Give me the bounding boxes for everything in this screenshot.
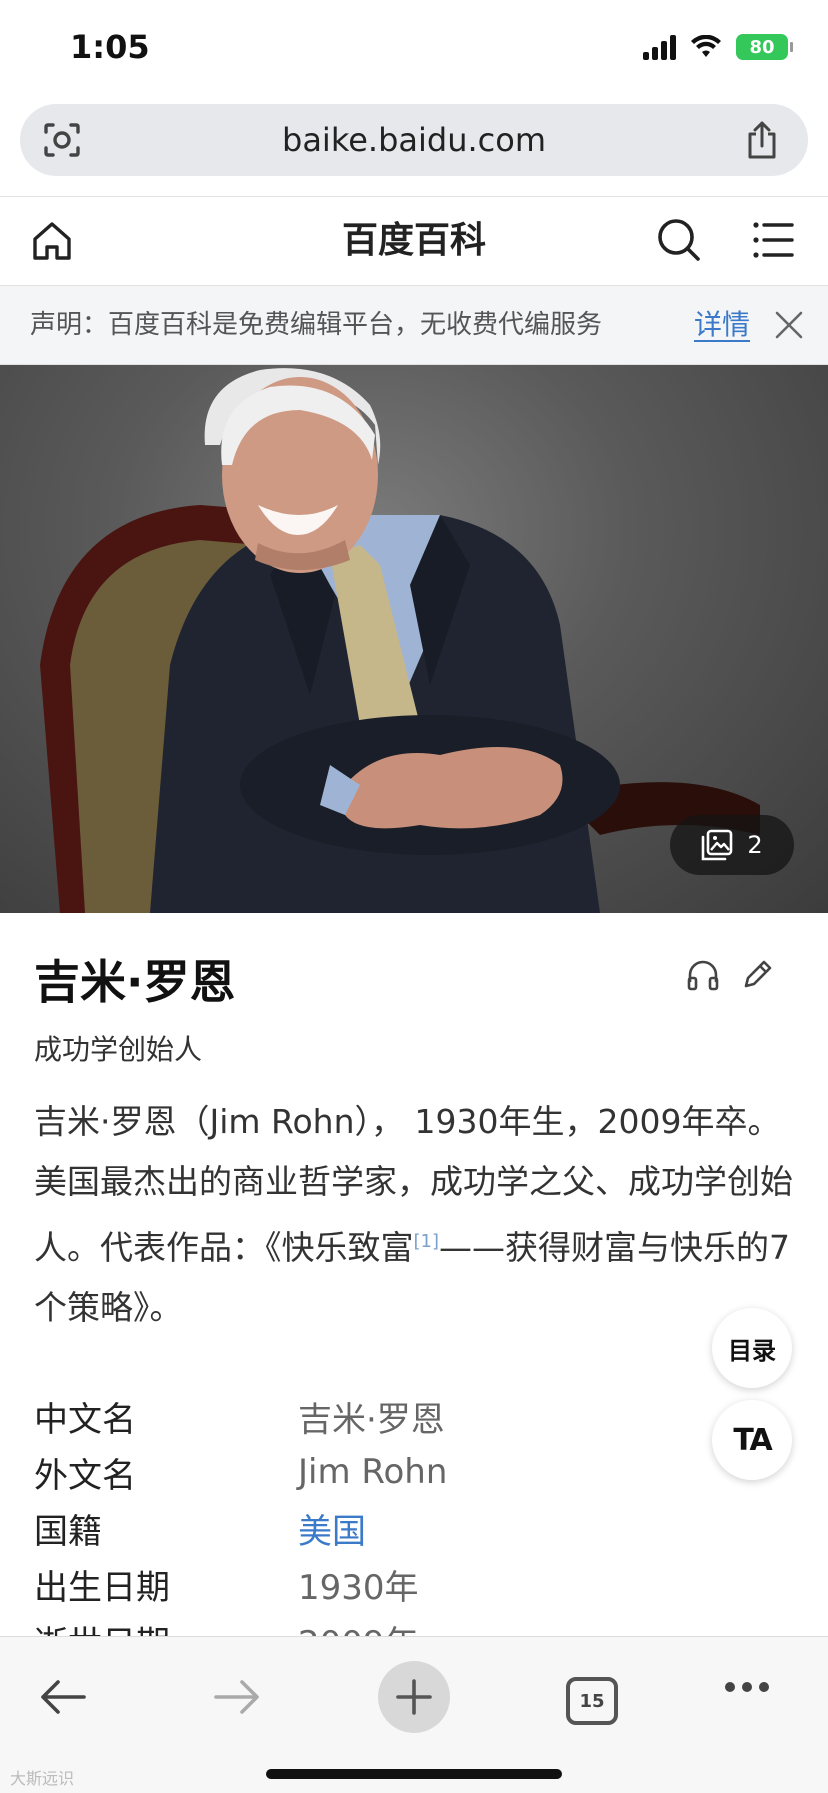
- infobox-row: 中文名 吉米·罗恩: [34, 1388, 634, 1444]
- infobox-key: 中文名: [34, 1399, 136, 1440]
- citation-link[interactable]: [1]: [414, 1231, 440, 1252]
- address-bar[interactable]: baike.baidu.com: [20, 104, 808, 176]
- hero-photo[interactable]: 2: [0, 365, 828, 913]
- photo-count: 2: [747, 831, 763, 859]
- image-gallery-icon: [702, 829, 733, 861]
- tabs-count-button[interactable]: 15: [566, 1677, 618, 1725]
- more-options-icon[interactable]: [724, 1681, 770, 1693]
- infobox-row: 国籍 美国: [34, 1500, 634, 1556]
- site-title[interactable]: 百度百科: [0, 197, 828, 285]
- font-size-button[interactable]: TA: [712, 1400, 792, 1480]
- table-of-contents-button[interactable]: 目录: [712, 1308, 792, 1388]
- infobox-value: Jim Rohn: [298, 1452, 448, 1492]
- infobox-key: 出生日期: [34, 1567, 170, 1608]
- status-time: 1:05: [70, 28, 150, 66]
- disclaimer-text: 声明：百度百科是免费编辑平台，无收费代编服务: [30, 310, 603, 340]
- close-icon[interactable]: [774, 310, 804, 340]
- infobox-key: 外文名: [34, 1455, 136, 1496]
- infobox-key: 国籍: [34, 1511, 102, 1552]
- photo-gallery-button[interactable]: 2: [670, 815, 794, 875]
- entry-summary: 吉米·罗恩（Jim Rohn）， 1930年生，2009年卒。美国最杰出的商业哲…: [34, 1092, 794, 1338]
- entry-title: 吉米·罗恩: [34, 955, 236, 1009]
- home-icon[interactable]: [30, 219, 74, 263]
- watermark: 大斯远识: [10, 1769, 75, 1788]
- infobox: 中文名 吉米·罗恩 外文名 Jim Rohn 国籍 美国 出生日期 1930年 …: [34, 1388, 634, 1668]
- url-text[interactable]: baike.baidu.com: [20, 104, 808, 176]
- infobox-row: 出生日期 1930年: [34, 1556, 634, 1612]
- nationality-link[interactable]: 美国: [298, 1504, 366, 1553]
- home-indicator[interactable]: [266, 1769, 562, 1779]
- share-icon[interactable]: [744, 120, 780, 160]
- edit-pencil-icon[interactable]: [740, 958, 774, 992]
- infobox-value: 1930年: [298, 1567, 419, 1608]
- headphones-icon[interactable]: [686, 958, 720, 992]
- battery-icon: 80: [736, 34, 793, 60]
- site-header: 百度百科: [0, 196, 828, 286]
- entry-subtitle: 成功学创始人: [34, 1033, 203, 1066]
- menu-icon[interactable]: [752, 219, 794, 261]
- cellular-signal-icon: [643, 34, 676, 60]
- status-indicators: 80: [643, 34, 793, 60]
- forward-arrow-icon[interactable]: [212, 1679, 262, 1715]
- infobox-row: 外文名 Jim Rohn: [34, 1444, 634, 1500]
- search-icon[interactable]: [656, 217, 702, 263]
- new-tab-button[interactable]: [378, 1661, 450, 1733]
- visual-search-icon[interactable]: [42, 122, 82, 158]
- wifi-icon: [691, 35, 721, 57]
- plus-icon: [396, 1679, 432, 1715]
- disclaimer-banner: 声明：百度百科是免费编辑平台，无收费代编服务 详情: [0, 286, 828, 365]
- browser-toolbar: 15 大斯远识: [0, 1636, 828, 1793]
- infobox-value: 吉米·罗恩: [298, 1399, 445, 1440]
- disclaimer-details-link[interactable]: 详情: [694, 286, 750, 364]
- back-arrow-icon[interactable]: [38, 1679, 88, 1715]
